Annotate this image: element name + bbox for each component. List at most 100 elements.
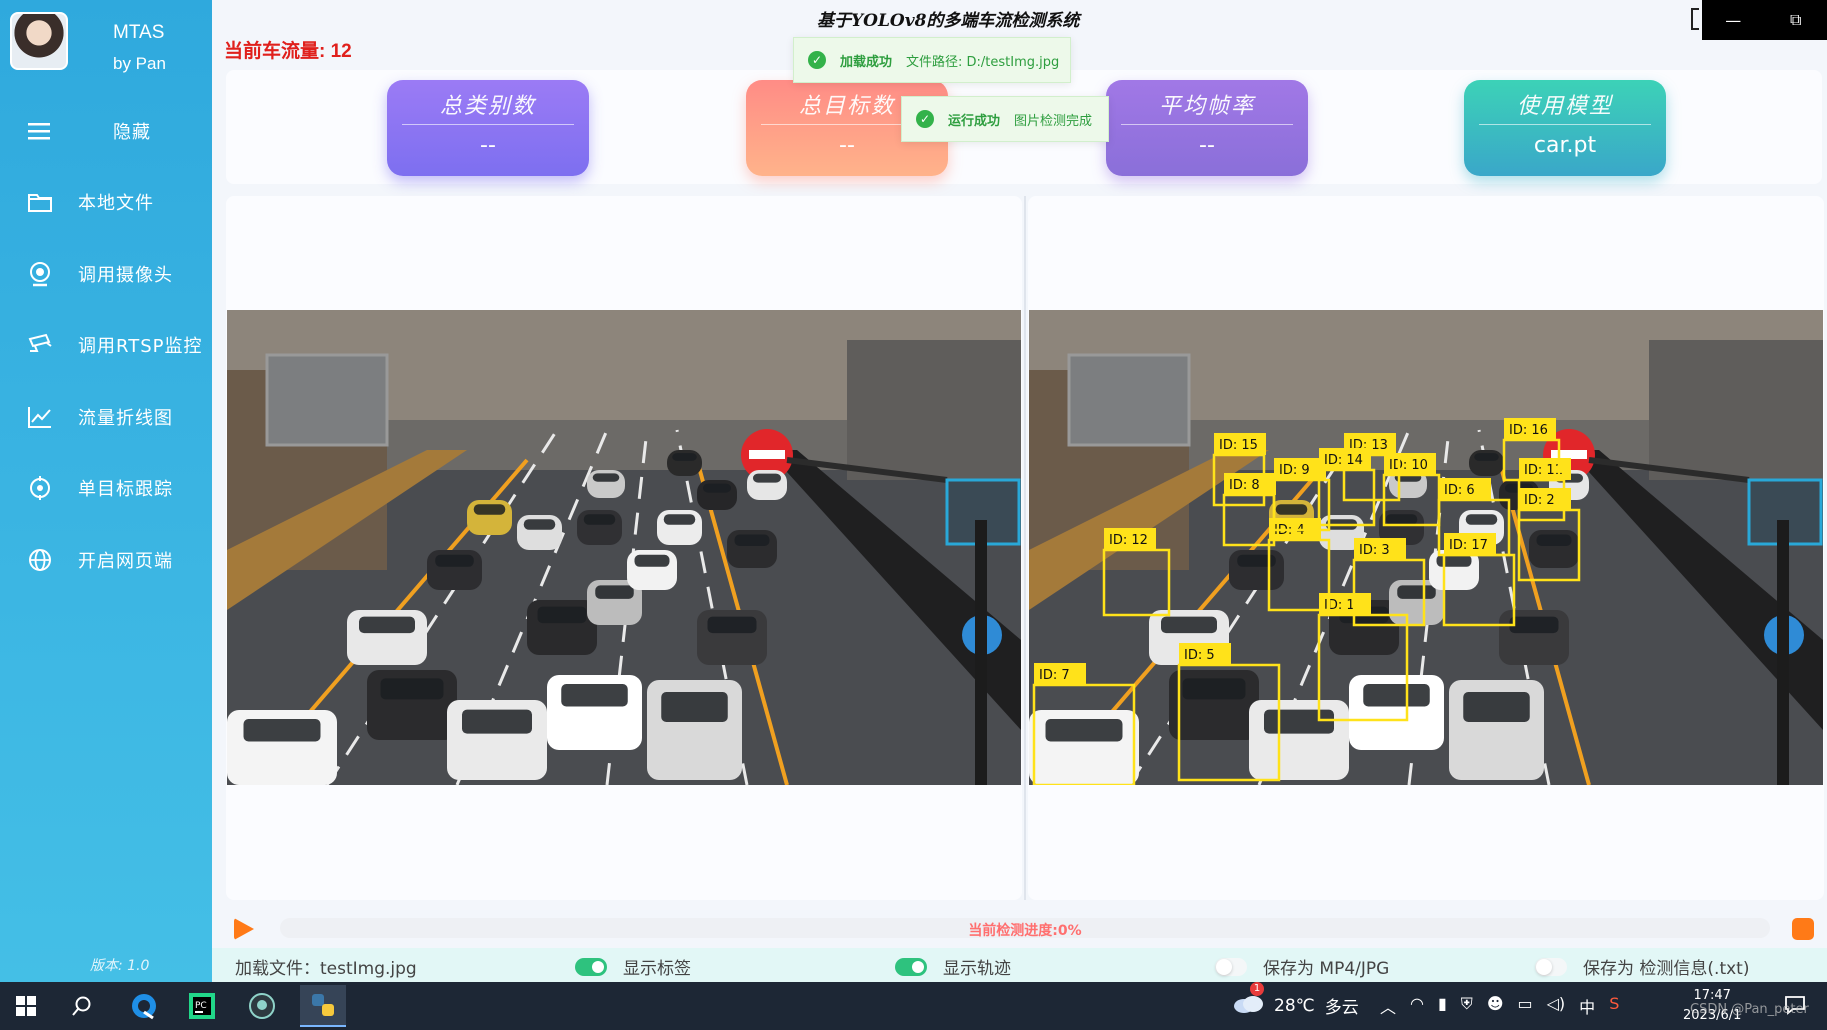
original-image-panel [226,196,1022,900]
stat-divider [402,124,574,125]
webcam-icon [25,259,55,289]
check-circle-icon: ✓ [916,110,934,128]
detection-label: ID: 10 [1389,458,1428,473]
loaded-file-label: 加载文件：testImg.jpg [235,959,417,979]
sidebar-item-single-track[interactable]: 单目标跟踪 [0,453,212,525]
toast-message: 图片检测完成 [1014,113,1093,129]
current-flow-label: 当前车流量: 12 [224,41,352,62]
sidebar-item-label: 调用RTSP监控 [78,336,203,358]
stat-title: 使用模型 [1516,94,1613,119]
detection-label: ID: 3 [1359,543,1390,558]
sidebar-item-label: 调用摄像头 [78,264,173,286]
sidebar-nav: 隐藏 本地文件 调用摄像头 调用RTSP监控 流量折线图 单目标跟踪 开启网页端 [0,95,212,596]
save-txt-control: 保存为 检测信息(.txt) [1535,954,1749,979]
sidebar-item-label: 单目标跟踪 [78,479,173,501]
windows-start-icon[interactable] [10,990,42,1022]
user-icon[interactable]: ☻ [1487,994,1504,1018]
toggle-label: 保存为 检测信息(.txt) [1583,959,1750,979]
app-title: 基于YOLOv8的多端车流检测系统 [817,11,1080,31]
detection-label: ID: 7 [1039,668,1070,683]
panel-divider[interactable] [1024,196,1026,900]
show-tracks-toggle[interactable] [895,957,927,976]
sidebar-item-label: 本地文件 [78,193,154,215]
minimize-button[interactable]: — [1702,0,1765,40]
system-tray: ︿ ◠ ▮ ⛨ ☻ ▭ ◁) 中 S [1380,994,1619,1018]
brand-title: MTAS [113,22,165,43]
save-media-toggle[interactable] [1215,957,1247,976]
play-button[interactable] [234,918,254,940]
pycharm-icon[interactable]: PC [186,990,218,1022]
sidebar-item-label: 隐藏 [113,121,151,143]
restore-button[interactable]: ⧉ [1765,0,1827,40]
stat-value: -- [480,133,496,158]
toast-title: 运行成功 [948,113,1001,129]
browser-icon[interactable] [128,990,160,1022]
sidebar-item-web[interactable]: 开启网页端 [0,524,212,596]
title-bar: 基于YOLOv8的多端车流检测系统 — ⧉ [212,0,1827,40]
detection-label: ID: 5 [1184,648,1215,663]
stat-title: 平均帧率 [1158,94,1255,119]
shield-icon[interactable]: ⛨ [1461,994,1473,1018]
toast-run-success: ✓ 运行成功 图片检测完成 [901,96,1109,142]
version-label: 版本: 1.0 [90,958,150,974]
sogou-icon[interactable]: S [1609,994,1619,1018]
sidebar-item-label: 开启网页端 [78,550,173,572]
weather-widget[interactable]: 1 28℃ 多云 [1232,982,1359,1019]
detection-label: ID: 8 [1229,478,1260,493]
search-icon[interactable] [66,990,98,1022]
app-icon[interactable] [246,990,278,1022]
folder-icon [25,187,55,217]
bottom-bar: 加载文件：testImg.jpg 显示标签 显示轨迹 保存为 MP4/JPG 保… [212,948,1827,982]
weather-desc: 多云 [1324,998,1359,1018]
wifi-icon[interactable]: ◠ [1410,994,1424,1018]
stat-divider [1479,124,1651,125]
window-edge-icon [1691,8,1699,30]
python-app-icon[interactable] [300,985,346,1027]
detection-label: ID: 11 [1524,463,1563,478]
detection-label: ID: 15 [1219,438,1258,453]
brand: MTAS by Pan [10,12,210,74]
stat-card-model: 使用模型 car.pt [1464,80,1666,176]
detection-label: ID: 2 [1524,493,1555,508]
volume-icon[interactable]: ◁) [1547,994,1566,1018]
taskbar: PC 1 28℃ 多云 ︿ ◠ ▮ ⛨ ☻ ▭ ◁) 中 S 17:47 202… [0,982,1827,1030]
battery-icon[interactable]: ▭ [1518,994,1533,1018]
sidebar-item-local-file[interactable]: 本地文件 [0,167,212,239]
show-labels-toggle[interactable] [575,957,607,976]
globe-icon [25,545,55,575]
target-icon [25,473,55,503]
toggle-label: 显示轨迹 [943,959,1011,979]
stat-title: 总类别数 [439,94,536,119]
sidebar-item-rtsp[interactable]: 调用RTSP监控 [0,310,212,382]
detection-label: ID: 6 [1444,483,1475,498]
sidebar: MTAS by Pan 隐藏 本地文件 调用摄像头 调用RTSP监控 流量折线图… [0,0,212,982]
toast-title: 加载成功 [840,54,893,70]
chevron-up-icon[interactable]: ︿ [1380,994,1396,1018]
detection-label: ID: 12 [1109,533,1148,548]
menu-icon [25,116,55,146]
weather-temp: 28℃ [1274,995,1315,1016]
brand-subtitle: by Pan [113,54,166,73]
cloud-icon: 1 [1232,982,1264,1019]
stat-divider [1121,124,1293,125]
stop-button[interactable] [1792,918,1814,940]
show-tracks-control: 显示轨迹 [895,954,1011,979]
stat-value: car.pt [1533,133,1597,158]
toast-message: 文件路径: D:/testImg.jpg [906,54,1060,70]
stat-value: -- [1199,133,1215,158]
sidebar-item-hide[interactable]: 隐藏 [0,95,212,167]
detection-label: ID: 17 [1449,538,1488,553]
detection-image: ID: 1 ID: 2 ID: 3 ID: 4 ID: 5 ID: 6 ID: 7 ID: 8… [1029,310,1823,785]
sidebar-item-webcam[interactable]: 调用摄像头 [0,238,212,310]
microphone-icon[interactable]: ▮ [1438,994,1447,1018]
ime-indicator[interactable]: 中 [1579,994,1595,1018]
avatar [10,12,68,70]
toast-load-success: ✓ 加载成功 文件路径: D:/testImg.jpg [793,37,1071,83]
save-txt-toggle[interactable] [1535,957,1567,976]
show-labels-control: 显示标签 [575,954,691,979]
window-controls: — ⧉ [1702,0,1827,40]
line-chart-icon [25,402,55,432]
sidebar-item-flow-chart[interactable]: 流量折线图 [0,381,212,453]
save-media-control: 保存为 MP4/JPG [1215,954,1389,979]
watermark-text: CSDN @Pan_peter [1690,1002,1809,1017]
